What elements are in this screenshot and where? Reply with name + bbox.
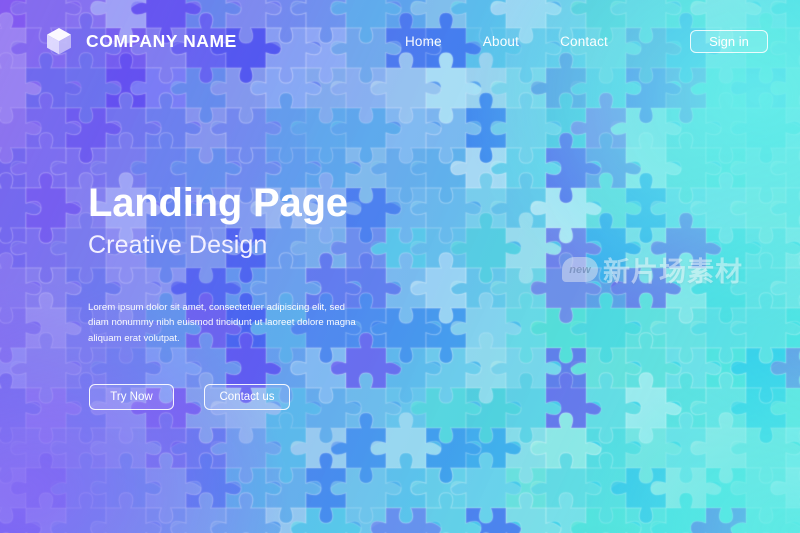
hero-subtitle: Creative Design: [88, 231, 268, 260]
main-navigation: Home About Contact Sign in: [405, 29, 768, 53]
nav-item-contact[interactable]: Contact: [560, 34, 608, 49]
hero-description: Lorem ipsum dolor sit amet, consectetuer…: [88, 301, 356, 344]
hero-title: Landing Page: [88, 181, 348, 225]
landing-page: COMPANY NAME Home About Contact Sign in …: [0, 0, 800, 533]
hero-button-group: Try Now Contact us: [89, 384, 290, 410]
hero-section: Landing Page Creative Design Lorem ipsum…: [88, 181, 418, 410]
brand-logo[interactable]: COMPANY NAME: [44, 26, 237, 56]
cube-icon: [44, 26, 74, 56]
sign-in-button[interactable]: Sign in: [690, 29, 768, 53]
brand-name: COMPANY NAME: [86, 30, 237, 51]
try-now-button[interactable]: Try Now: [89, 384, 174, 410]
contact-us-button[interactable]: Contact us: [204, 384, 290, 410]
nav-item-home[interactable]: Home: [405, 34, 442, 49]
nav-item-about[interactable]: About: [483, 34, 519, 49]
site-header: COMPANY NAME Home About Contact Sign in: [0, 0, 800, 82]
